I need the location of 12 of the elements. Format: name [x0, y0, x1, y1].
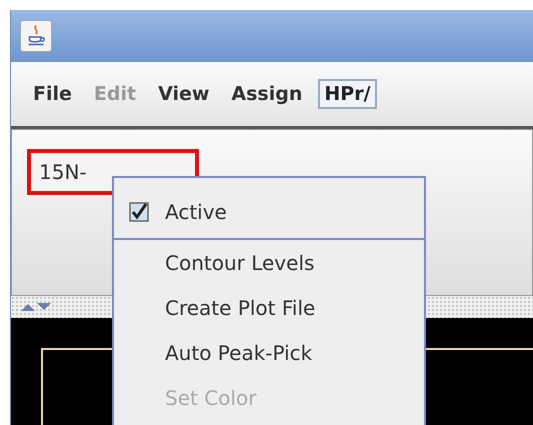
menu-item[interactable]: Create Plot File: [114, 285, 424, 330]
down-arrow-icon[interactable]: [37, 303, 51, 311]
java-cup-icon: [20, 20, 52, 52]
dropdown-field[interactable]: HPr/: [318, 79, 377, 109]
menu-item[interactable]: Contour Levels: [114, 240, 424, 285]
menu-item[interactable]: View: [158, 83, 210, 105]
menu-item[interactable]: Active: [114, 186, 424, 240]
menu-item[interactable]: File: [33, 83, 72, 105]
menu-item[interactable]: Assign: [231, 83, 302, 105]
menu-item[interactable]: Auto Peak-Pick: [114, 330, 424, 375]
up-arrow-icon[interactable]: [21, 303, 35, 311]
checkbox-icon[interactable]: [129, 202, 149, 222]
